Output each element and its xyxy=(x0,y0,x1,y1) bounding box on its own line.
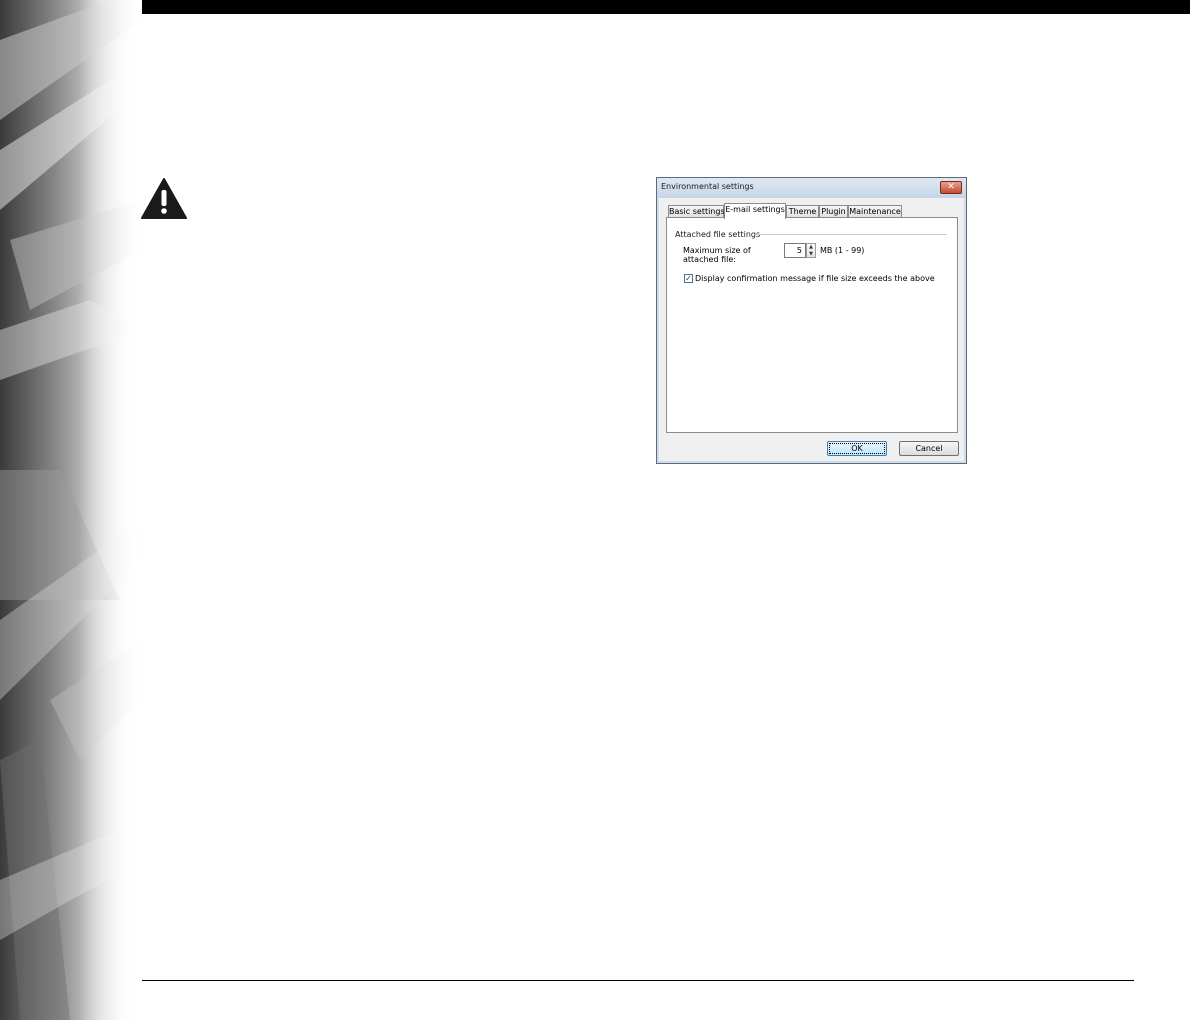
tab-theme[interactable]: Theme xyxy=(786,205,819,217)
tab-plugin[interactable]: Plugin xyxy=(819,205,848,217)
cancel-button[interactable]: Cancel xyxy=(899,441,959,456)
ok-button[interactable]: OK xyxy=(827,441,887,456)
close-button[interactable]: ✕ xyxy=(940,181,962,194)
attached-file-group-label: Attached file settings xyxy=(675,230,761,239)
confirm-checkbox[interactable]: ✓ xyxy=(684,274,693,283)
group-divider xyxy=(757,234,947,235)
max-size-unit: MB (1 - 99) xyxy=(820,246,865,255)
confirm-checkbox-label[interactable]: Display confirmation message if file siz… xyxy=(695,274,935,283)
tab-maintenance[interactable]: Maintenance xyxy=(848,205,902,217)
email-settings-panel: Attached file settings Maximum size of a… xyxy=(666,217,958,433)
max-size-input[interactable]: 5 xyxy=(784,243,806,258)
max-size-spinner: ▲ ▼ xyxy=(806,243,816,258)
header-bar xyxy=(142,0,1190,14)
tab-email-settings[interactable]: E-mail settings xyxy=(724,203,786,219)
close-icon: ✕ xyxy=(947,182,955,192)
dialog-title: Environmental settings xyxy=(661,182,754,191)
footer-rule xyxy=(142,980,1134,981)
max-size-label: Maximum size of attached file: xyxy=(683,246,751,264)
spin-down-icon[interactable]: ▼ xyxy=(807,251,815,257)
dialog-titlebar[interactable]: Environmental settings ✕ xyxy=(657,178,966,198)
side-art-fade xyxy=(0,0,142,1020)
warning-triangle-icon xyxy=(141,178,187,219)
tab-basic-settings[interactable]: Basic settings xyxy=(668,205,725,217)
decorative-side-art xyxy=(0,0,142,1020)
dialog-client-area: Basic settings E-mail settings Theme Plu… xyxy=(659,198,964,461)
spin-up-icon[interactable]: ▲ xyxy=(807,244,815,250)
environmental-settings-dialog: Environmental settings ✕ Basic settings … xyxy=(656,177,967,464)
